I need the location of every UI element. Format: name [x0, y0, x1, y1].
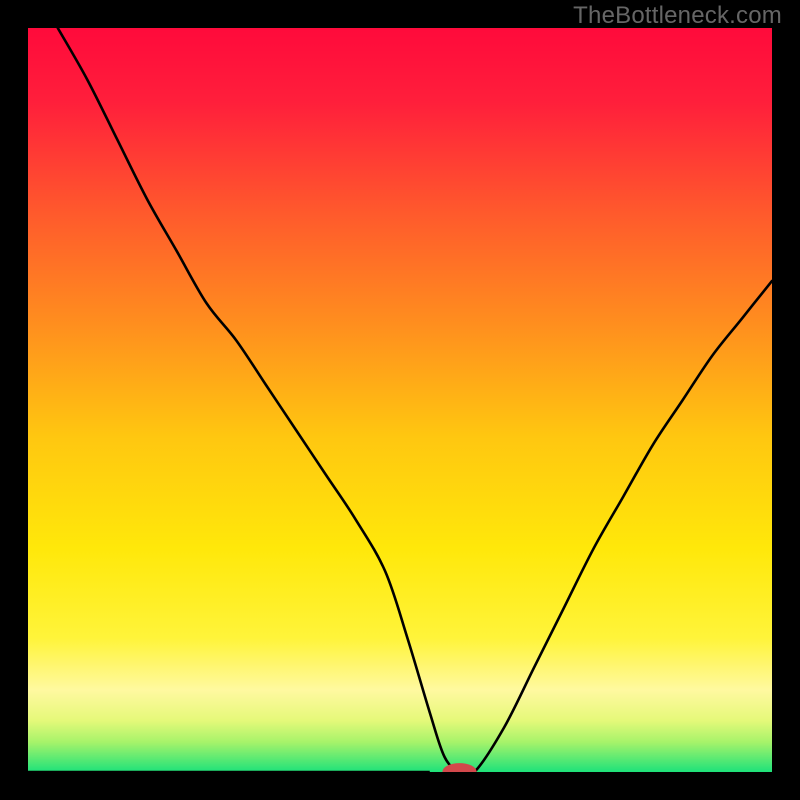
bottleneck-plot	[28, 28, 772, 772]
plot-svg	[28, 28, 772, 772]
chart-frame: TheBottleneck.com	[0, 0, 800, 800]
watermark-text: TheBottleneck.com	[573, 2, 782, 30]
gradient-background	[28, 28, 772, 772]
